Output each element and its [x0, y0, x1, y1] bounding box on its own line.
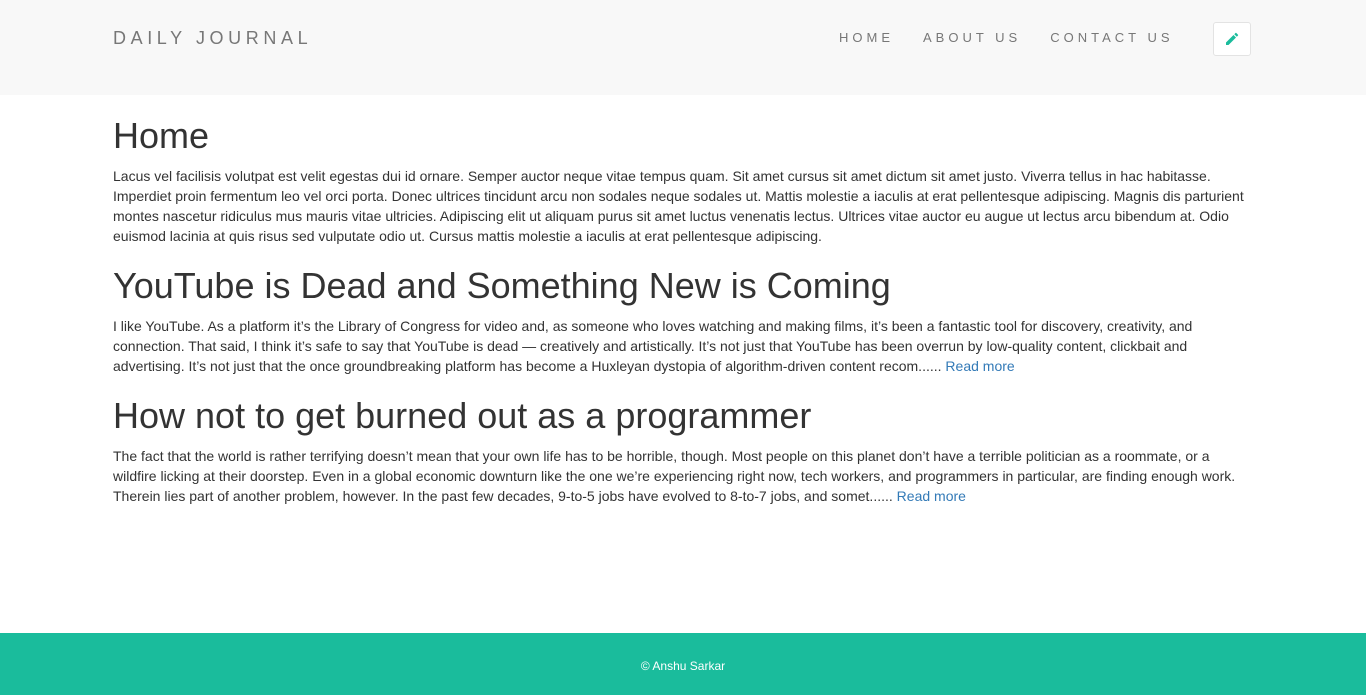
nav-contact-link[interactable]: CONTACT US: [1050, 30, 1173, 46]
nav-links: HOME ABOUT US CONTACT US: [839, 30, 1174, 46]
post-excerpt: The fact that the world is rather terrif…: [113, 446, 1253, 506]
compose-button[interactable]: [1213, 22, 1251, 56]
post-excerpt-text: The fact that the world is rather terrif…: [113, 448, 1236, 504]
post-item: YouTube is Dead and Something New is Com…: [113, 266, 1253, 376]
post-excerpt: I like YouTube. As a platform it’s the L…: [113, 316, 1253, 376]
footer: © Anshu Sarkar: [0, 633, 1366, 695]
home-intro-text: Lacus vel facilisis volutpat est velit e…: [113, 168, 1244, 244]
nav-about-link[interactable]: ABOUT US: [923, 30, 1021, 46]
read-more-link[interactable]: Read more: [897, 488, 966, 504]
post-item: How not to get burned out as a programme…: [113, 396, 1253, 506]
main-content: Home Lacus vel facilisis volutpat est ve…: [113, 113, 1253, 526]
site-brand[interactable]: DAILY JOURNAL: [113, 28, 312, 48]
footer-copyright: © Anshu Sarkar: [640, 659, 726, 673]
top-navbar: DAILY JOURNAL HOME ABOUT US CONTACT US: [0, 0, 1366, 95]
page-title: Home: [113, 115, 210, 156]
post-excerpt-text: I like YouTube. As a platform it’s the L…: [113, 318, 1193, 374]
post-title: How not to get burned out as a programme…: [113, 395, 812, 436]
pencil-icon: [1226, 32, 1239, 45]
post-title: YouTube is Dead and Something New is Com…: [113, 265, 891, 306]
read-more-link[interactable]: Read more: [945, 358, 1014, 374]
nav-home-link[interactable]: HOME: [839, 30, 894, 46]
